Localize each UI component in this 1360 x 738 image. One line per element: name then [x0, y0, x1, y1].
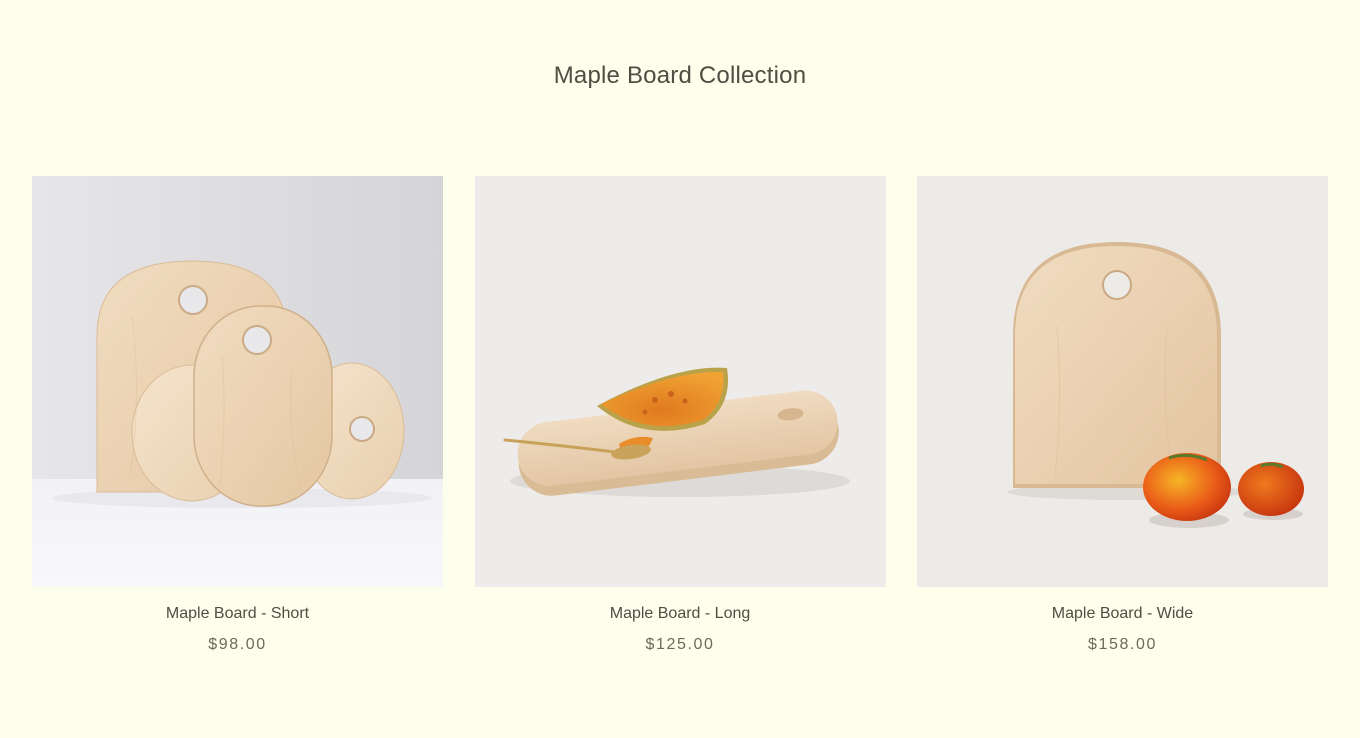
product-name[interactable]: Maple Board - Short: [32, 604, 443, 624]
product-price: $125.00: [645, 636, 715, 653]
product-image-wide[interactable]: [917, 176, 1328, 587]
collection-title: Maple Board Collection: [553, 62, 807, 89]
product-image-long[interactable]: [474, 176, 886, 587]
product-image-short[interactable]: [32, 176, 443, 587]
product-card-long[interactable]: Maple Board - Long $125.00: [474, 176, 886, 655]
product-card-wide[interactable]: Maple Board - Wide $158.00: [917, 176, 1328, 655]
product-price: $158.00: [1087, 636, 1158, 653]
product-name[interactable]: Maple Board - Long: [475, 604, 886, 624]
product-grid: Maple Board - Short $98.00 Maple Board -…: [32, 176, 1328, 655]
product-price: $98.00: [208, 636, 267, 653]
product-name[interactable]: Maple Board - Wide: [917, 604, 1328, 624]
product-card-short[interactable]: Maple Board - Short $98.00: [32, 176, 443, 655]
